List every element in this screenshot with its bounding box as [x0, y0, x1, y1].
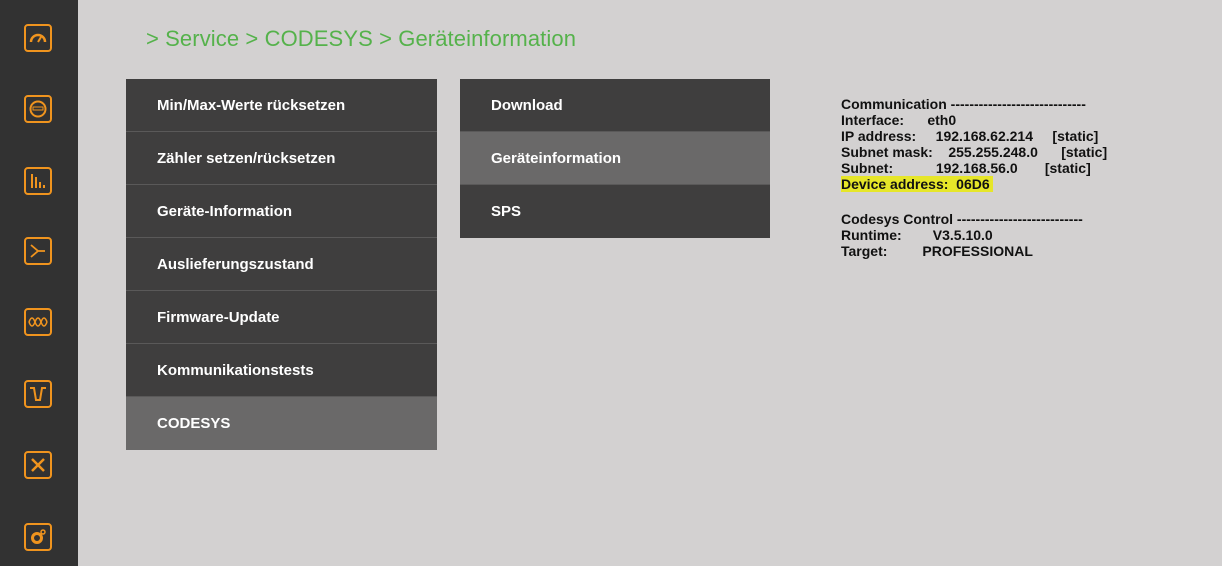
sidebar	[0, 0, 78, 566]
settings-icon[interactable]	[24, 523, 52, 551]
communication-header: Communication --------------------------…	[841, 96, 1086, 112]
menu-item-counter-reset[interactable]: Zähler setzen/rücksetzen	[126, 132, 437, 185]
bar-chart-icon[interactable]	[24, 167, 52, 195]
runtime-line: Runtime: V3.5.10.0	[841, 227, 993, 243]
submenu-item-sps[interactable]: SPS	[460, 185, 770, 238]
dip-icon[interactable]	[24, 380, 52, 408]
interface-line: Interface: eth0	[841, 112, 957, 128]
submenu-item-device-information[interactable]: Geräteinformation	[460, 132, 770, 185]
menu-item-minmax-reset[interactable]: Min/Max-Werte rücksetzen	[126, 79, 437, 132]
codesys-control-header: Codesys Control ------------------------…	[841, 211, 1083, 227]
subnet-mask-line: Subnet mask: 255.255.248.0 [static]	[841, 144, 1108, 160]
gauge-icon[interactable]	[24, 24, 52, 52]
primary-menu: Min/Max-Werte rücksetzen Zähler setzen/r…	[126, 79, 437, 450]
menu-item-device-info[interactable]: Geräte-Information	[126, 185, 437, 238]
target-line: Target: PROFESSIONAL	[841, 243, 1033, 259]
meter-icon[interactable]	[24, 95, 52, 123]
subnet-line: Subnet: 192.168.56.0 [static]	[841, 160, 1091, 176]
secondary-menu: Download Geräteinformation SPS	[460, 79, 770, 238]
menu-item-firmware-update[interactable]: Firmware-Update	[126, 291, 437, 344]
menu-item-codesys[interactable]: CODESYS	[126, 397, 437, 450]
waveform-icon[interactable]	[24, 308, 52, 336]
topology-icon[interactable]	[24, 237, 52, 265]
device-address-line: Device address: 06D6	[841, 176, 993, 192]
menu-item-factory-state[interactable]: Auslieferungszustand	[126, 238, 437, 291]
tools-icon[interactable]	[24, 451, 52, 479]
menu-item-communication-tests[interactable]: Kommunikationstests	[126, 344, 437, 397]
ip-address-line: IP address: 192.168.62.214 [static]	[841, 128, 1099, 144]
breadcrumb: > Service > CODESYS > Geräteinformation	[146, 26, 577, 51]
submenu-item-download[interactable]: Download	[460, 79, 770, 132]
device-info-panel: Communication --------------------------…	[841, 96, 1107, 259]
